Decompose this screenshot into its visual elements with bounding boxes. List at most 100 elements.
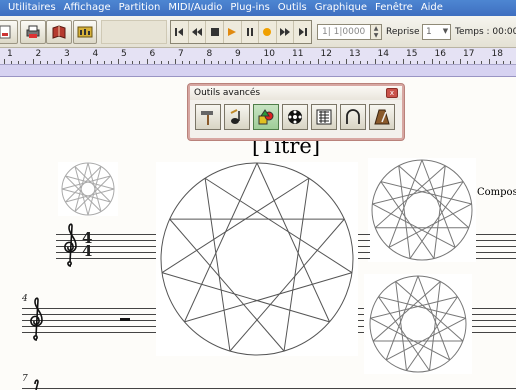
ruler-minor-tick <box>125 61 127 64</box>
ruler-minor-tick <box>267 61 269 64</box>
menu-affichage[interactable]: Affichage <box>60 0 115 16</box>
ruler-minor-tick <box>296 61 298 64</box>
play-end-icon[interactable] <box>294 21 311 43</box>
menu-bar: Utilitaires Affichage Partition MIDI/Aud… <box>0 0 516 16</box>
pattern-tool-button[interactable] <box>311 104 337 130</box>
ruler-tick <box>118 59 119 64</box>
ruler-number: 13 <box>349 49 361 59</box>
ruler-minor-tick <box>82 61 84 64</box>
ruler-tick <box>89 59 91 64</box>
ruler-tick <box>4 59 5 64</box>
menu-utilitaires[interactable]: Utilitaires <box>4 0 60 16</box>
menu-aide[interactable]: Aide <box>417 0 447 16</box>
ruler-minor-tick <box>153 61 155 64</box>
record-icon[interactable] <box>259 21 277 43</box>
rosette-image-right-lower[interactable] <box>364 274 472 374</box>
note-edit-tool-button[interactable] <box>224 104 250 130</box>
menu-outils[interactable]: Outils <box>274 0 311 16</box>
ruler-minor-tick <box>367 61 369 64</box>
pause-icon[interactable] <box>242 21 260 43</box>
ruler-number: 14 <box>377 49 389 59</box>
document-icon <box>0 25 11 39</box>
play-start-icon[interactable] <box>171 21 189 43</box>
position-counter[interactable]: 1| 1|0000 <box>317 24 371 40</box>
shapes-icon <box>258 109 274 125</box>
score-composer[interactable]: Compos <box>477 187 516 198</box>
ruler-minor-tick <box>11 61 13 64</box>
ruler-tick <box>488 59 490 64</box>
whole-rest[interactable] <box>120 318 130 321</box>
ruler-number: 2 <box>35 49 42 59</box>
menu-midi-audio[interactable]: MIDI/Audio <box>164 0 226 16</box>
fast-forward-icon[interactable] <box>277 21 295 43</box>
ruler-minor-tick <box>502 61 504 64</box>
ruler-minor-tick <box>167 61 169 64</box>
chevron-down-icon[interactable]: ▼ <box>440 24 451 40</box>
hammer-tool-button[interactable] <box>195 104 221 130</box>
ruler-tick <box>403 59 404 64</box>
ruler-minor-tick <box>417 61 419 64</box>
menu-graphique[interactable]: Graphique <box>311 0 371 16</box>
ruler-minor-tick <box>509 61 511 64</box>
ruler-minor-tick <box>182 61 184 64</box>
metronome-tool-button[interactable] <box>369 104 395 130</box>
rosette-image-small[interactable] <box>58 162 118 216</box>
printer-icon <box>26 25 40 38</box>
ruler-minor-tick <box>253 61 255 64</box>
ruler-tick <box>61 59 62 64</box>
advanced-tools-palette[interactable]: Outils avancés x <box>188 84 404 140</box>
ruler-minor-tick <box>360 61 362 64</box>
ruler-minor-tick <box>303 61 305 64</box>
mixer-icon <box>77 26 93 38</box>
mixer-button[interactable] <box>73 20 97 44</box>
menu-plug-ins[interactable]: Plug-ins <box>226 0 273 16</box>
palette-title[interactable]: Outils avancés <box>190 86 402 100</box>
ruler-minor-tick <box>139 61 141 64</box>
ruler-number: 5 <box>121 49 127 59</box>
print-button[interactable] <box>20 20 46 44</box>
measure-ruler[interactable]: 1 2 3 4 5 6 7 8 9 10 11 12 13 14 15 16 17 18 <box>0 48 516 65</box>
ruler-minor-tick <box>18 61 20 64</box>
close-icon[interactable]: x <box>386 88 398 98</box>
wheel-tool-button[interactable] <box>282 104 308 130</box>
ruler-tick <box>289 59 290 64</box>
ruler-tick <box>146 59 148 64</box>
rosette-image-large[interactable] <box>156 162 358 356</box>
menu-partition[interactable]: Partition <box>115 0 165 16</box>
ruler-minor-tick <box>160 61 162 64</box>
ruler-tick <box>317 59 319 64</box>
menu-fenetre[interactable]: Fenêtre <box>371 0 417 16</box>
ruler-number: 6 <box>149 49 156 59</box>
book-icon <box>52 25 66 39</box>
ruler-minor-tick <box>217 61 219 64</box>
rewind-icon[interactable] <box>189 21 207 43</box>
hammer-icon <box>201 111 213 125</box>
ruler-minor-tick <box>189 61 191 64</box>
ruler-minor-tick <box>410 61 412 64</box>
stop-icon[interactable] <box>206 21 224 43</box>
arch-tool-button[interactable] <box>340 104 366 130</box>
ruler-minor-tick <box>467 61 469 64</box>
ruler-tick <box>203 59 205 64</box>
rosette-image-right-upper[interactable] <box>368 158 476 262</box>
ruler-number: 11 <box>292 49 304 59</box>
ruler-minor-tick <box>53 61 55 64</box>
ruler-tick <box>260 59 262 64</box>
ruler-minor-tick <box>196 61 198 64</box>
book-button[interactable] <box>46 20 72 44</box>
ruler-minor-tick <box>239 61 241 64</box>
new-document-button[interactable] <box>0 20 18 44</box>
counter-spinner[interactable]: ▲ ▼ <box>371 24 382 40</box>
ruler-number: 17 <box>463 49 475 59</box>
ruler-minor-tick <box>96 61 98 64</box>
ruler-minor-tick <box>75 61 77 64</box>
ruler-minor-tick <box>452 61 454 64</box>
ruler-minor-tick <box>324 61 326 64</box>
shapes-tool-button[interactable] <box>253 104 279 130</box>
ruler-number: 10 <box>263 49 275 59</box>
ruler-minor-tick <box>388 61 390 64</box>
treble-clef-icon <box>64 223 77 267</box>
ruler-minor-tick <box>481 61 483 64</box>
staff-system-3[interactable] <box>22 386 516 390</box>
play-icon[interactable] <box>224 21 242 43</box>
